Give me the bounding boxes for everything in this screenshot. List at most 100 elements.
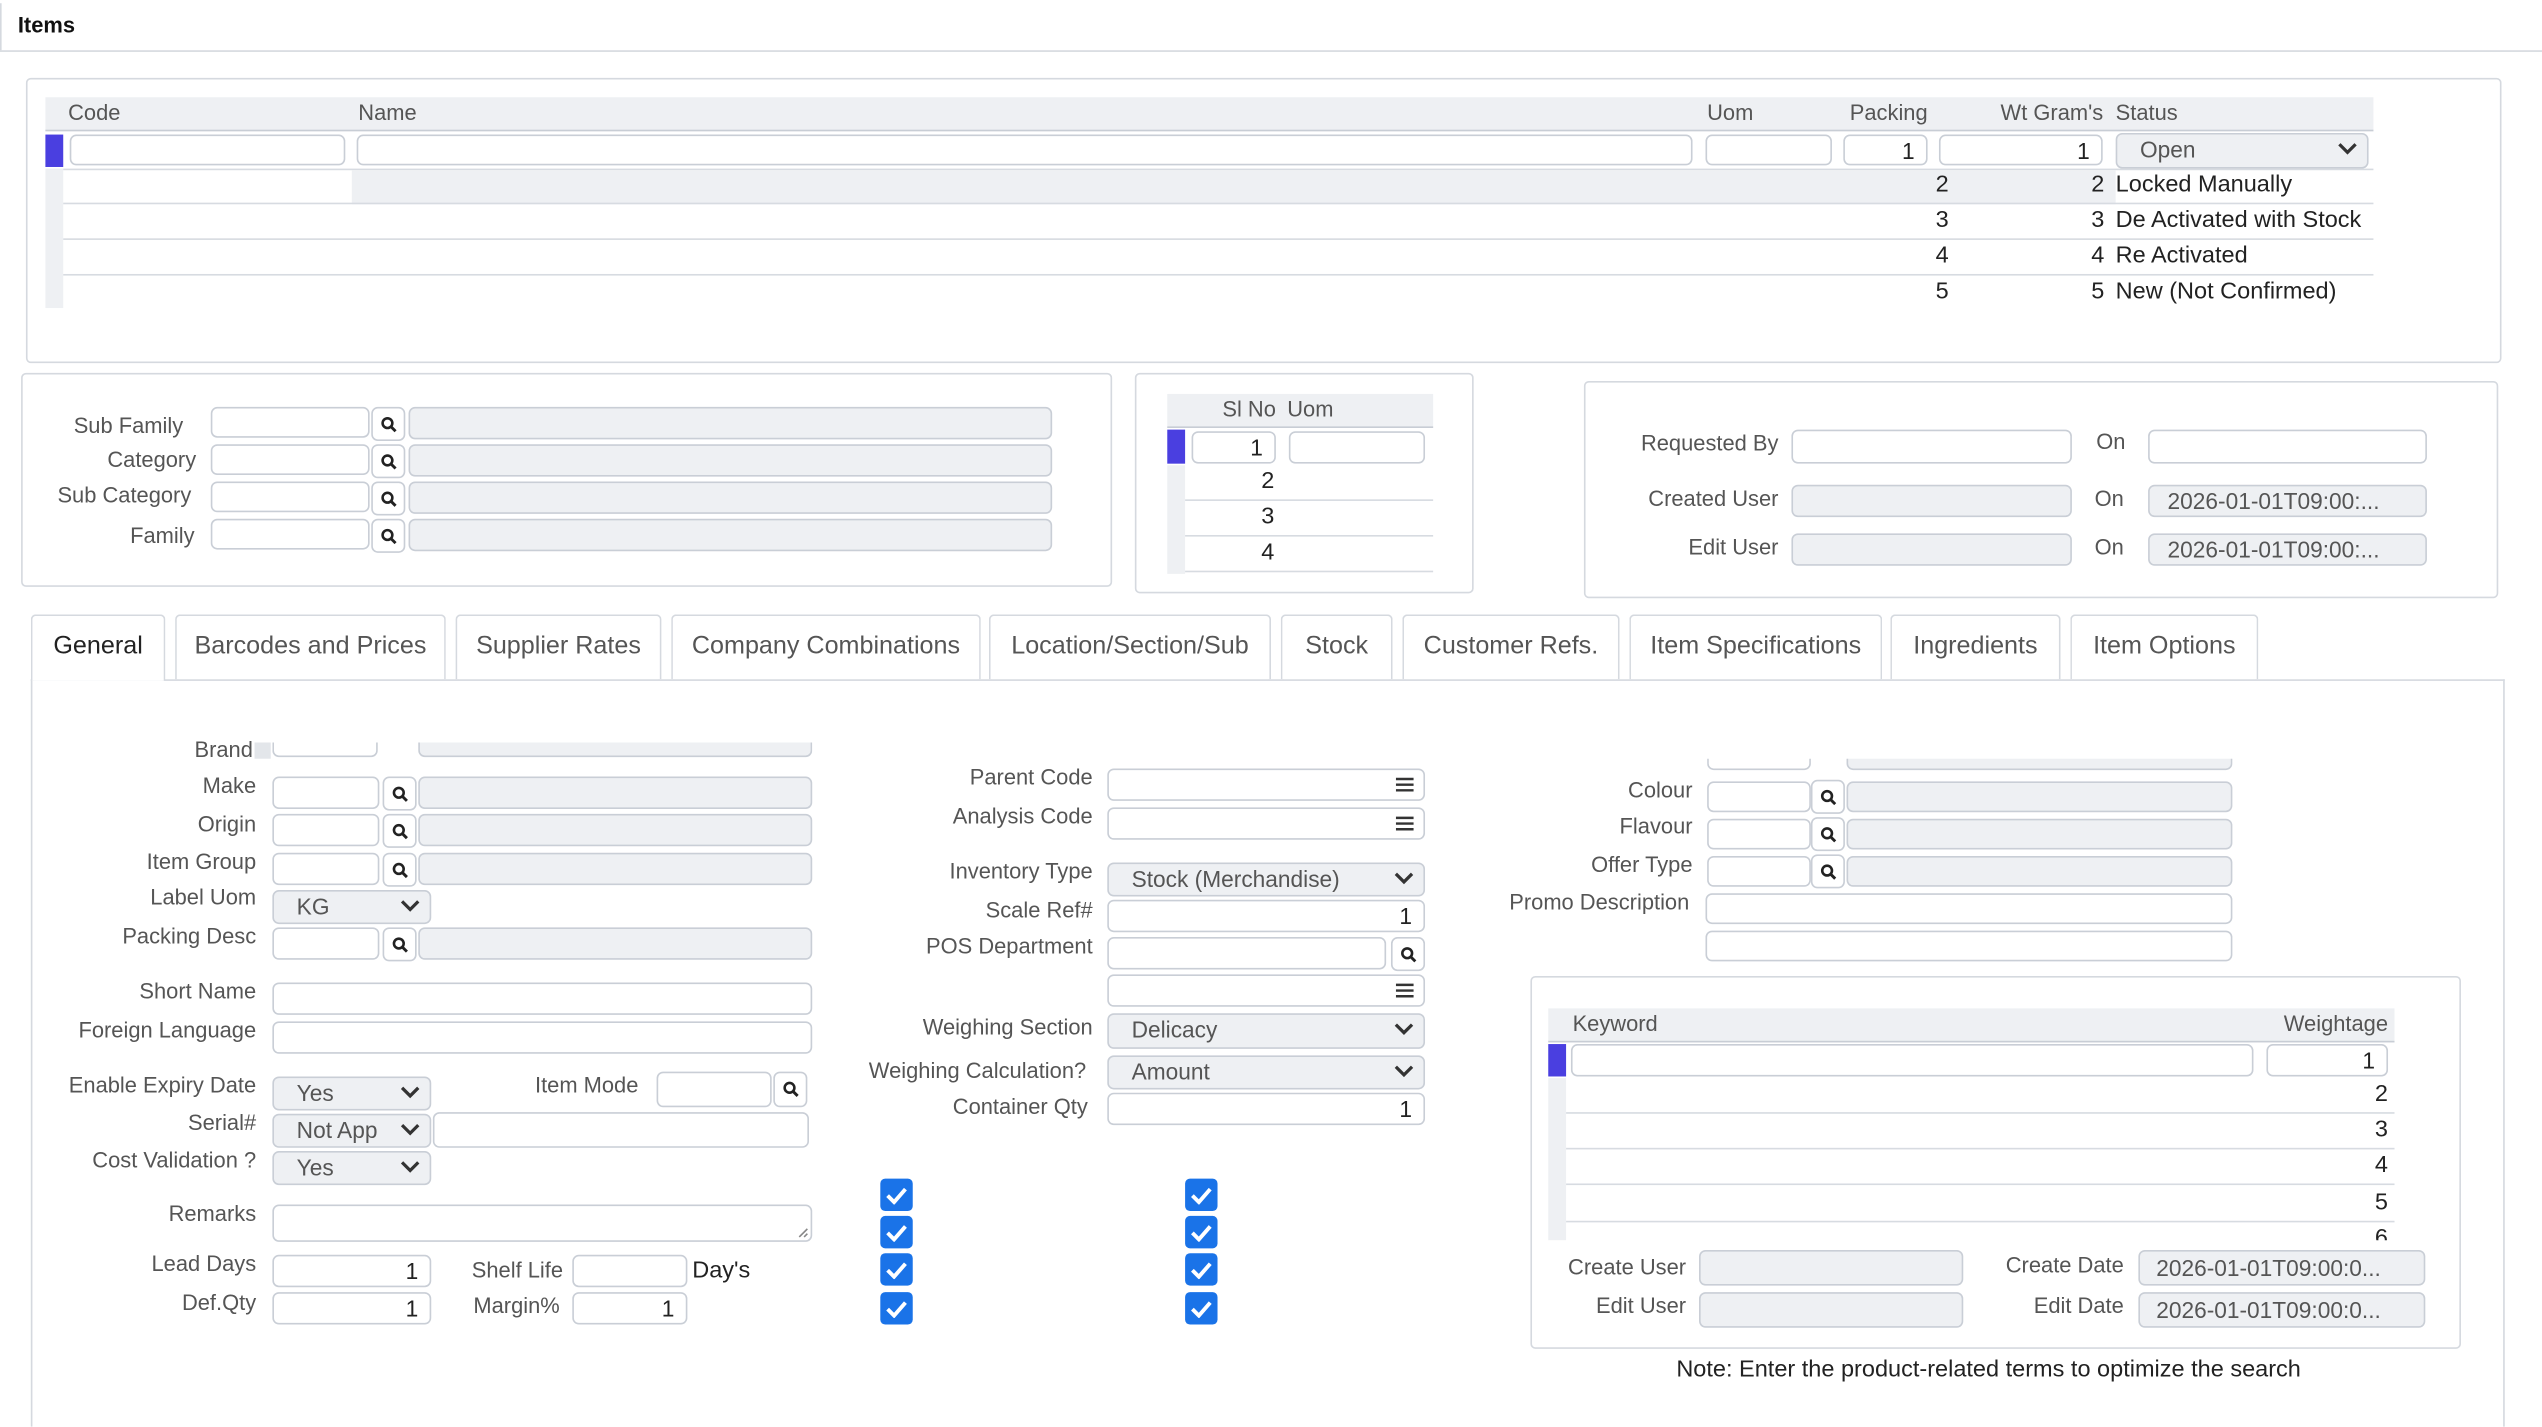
inventory-type-select[interactable]: Stock (Merchandise) (1107, 862, 1426, 897)
scale-ref-input[interactable]: 1 (1107, 899, 1426, 933)
tab-supplier-rates[interactable]: Supplier Rates (455, 614, 662, 680)
status-option[interactable]: De Activated with Stock (2116, 208, 2362, 234)
table-row[interactable]: 3 (1185, 501, 1434, 537)
search-icon[interactable] (371, 518, 406, 553)
flavour-input[interactable] (1707, 818, 1811, 850)
table-row-clipped[interactable]: 6 (1566, 1224, 2394, 1241)
search-icon[interactable] (773, 1071, 808, 1108)
table-row[interactable]: 3 3 De Activated with Stock (63, 204, 2374, 240)
table-row[interactable]: 2 (1185, 465, 1434, 501)
table-row[interactable]: 5 5 New (Not Confirmed) (63, 276, 2373, 312)
serial-input[interactable] (432, 1112, 809, 1148)
table-row[interactable]: 4 (1566, 1149, 2395, 1186)
table-row[interactable]: 2 (1566, 1078, 2395, 1114)
table-row[interactable]: 5 (1566, 1187, 2395, 1223)
lead-days-input[interactable]: 1 (272, 1254, 432, 1288)
search-icon[interactable] (371, 406, 406, 441)
requested-by-input[interactable] (1791, 429, 2072, 464)
cost-validation-select[interactable]: Yes (272, 1151, 432, 1186)
item-mode-input[interactable] (656, 1071, 772, 1108)
table-row[interactable]: 4 (1185, 537, 1434, 573)
status-option[interactable]: New (Not Confirmed) (2116, 279, 2337, 305)
search-icon[interactable] (1810, 854, 1845, 889)
serial-select[interactable]: Not App (272, 1113, 432, 1148)
search-icon[interactable] (382, 852, 417, 887)
pos-department-input[interactable] (1107, 937, 1387, 970)
uom-row-input[interactable] (1288, 431, 1426, 464)
checkbox[interactable] (880, 1178, 913, 1212)
search-icon[interactable] (1810, 817, 1845, 852)
sub-category-input[interactable] (210, 481, 370, 513)
list-icon[interactable] (1395, 982, 1414, 998)
colour-input[interactable] (1707, 781, 1811, 813)
analysis-code-input[interactable] (1107, 807, 1426, 840)
brand-input[interactable] (272, 742, 378, 758)
brand-row-clipped[interactable] (272, 742, 813, 761)
tab-ingredients[interactable]: Ingredients (1890, 614, 2061, 680)
tab-general[interactable]: General (30, 614, 166, 681)
search-icon[interactable] (382, 927, 417, 962)
status-select[interactable]: Open (2115, 132, 2369, 169)
offer-type-input[interactable] (1707, 855, 1811, 887)
checkbox[interactable] (1185, 1178, 1218, 1212)
search-icon[interactable] (1810, 779, 1845, 814)
family-input[interactable] (210, 518, 370, 550)
row-selector-active[interactable] (1167, 429, 1186, 464)
enable-expiry-select[interactable]: Yes (272, 1076, 432, 1111)
search-icon[interactable] (382, 813, 417, 848)
tab-company-combinations[interactable]: Company Combinations (671, 614, 981, 680)
pos-department-sub-input[interactable] (1107, 974, 1426, 1007)
remarks-textarea[interactable] (272, 1204, 813, 1242)
code-input[interactable] (69, 134, 346, 166)
category-input[interactable] (210, 444, 370, 476)
item-group-input[interactable] (272, 852, 380, 886)
weighing-calculation-select[interactable]: Amount (1107, 1055, 1426, 1090)
keyword-input[interactable] (1570, 1044, 2254, 1077)
checkbox[interactable] (1185, 1215, 1218, 1249)
packing-desc-input[interactable] (272, 927, 380, 960)
search-icon[interactable] (1390, 937, 1426, 972)
make-input[interactable] (272, 776, 380, 809)
name-input[interactable] (356, 134, 1693, 166)
search-icon[interactable] (382, 776, 417, 811)
table-row[interactable]: 3 (1566, 1114, 2395, 1150)
checkbox[interactable] (880, 1253, 913, 1286)
requested-on-input[interactable] (2148, 429, 2427, 464)
margin-input[interactable]: 1 (572, 1292, 688, 1325)
wt-input[interactable]: 1 (1938, 134, 2103, 166)
short-name-input[interactable] (272, 982, 813, 1015)
resize-handle-icon[interactable] (798, 1227, 809, 1238)
table-row[interactable]: 2 2 Locked Manually (63, 169, 2374, 205)
search-icon[interactable] (371, 481, 406, 516)
def-qty-input[interactable]: 1 (272, 1292, 432, 1325)
checkbox[interactable] (1185, 1253, 1218, 1286)
status-option[interactable]: Re Activated (2116, 243, 2248, 269)
clipped-input[interactable] (1707, 758, 1811, 771)
tab-customer-refs[interactable]: Customer Refs. (1402, 614, 1620, 680)
tab-item-specifications[interactable]: Item Specifications (1629, 614, 1883, 680)
weighing-section-select[interactable]: Delicacy (1107, 1013, 1426, 1049)
list-icon[interactable] (1395, 815, 1414, 831)
parent-code-input[interactable] (1107, 768, 1426, 801)
label-uom-select[interactable]: KG (272, 890, 432, 925)
sl-no-input[interactable]: 1 (1191, 431, 1276, 464)
row-selector-active[interactable] (45, 134, 64, 167)
sub-family-input[interactable] (210, 406, 370, 438)
status-option[interactable]: Locked Manually (2116, 172, 2292, 198)
search-icon[interactable] (371, 444, 406, 479)
checkbox[interactable] (880, 1215, 913, 1249)
row-selector-active[interactable] (1548, 1044, 1567, 1077)
checkbox[interactable] (1185, 1292, 1218, 1325)
uom-input[interactable] (1705, 134, 1832, 166)
weightage-input[interactable]: 1 (2266, 1044, 2389, 1077)
tab-location-section-sub[interactable]: Location/Section/Sub (988, 614, 1272, 680)
tab-barcodes-and-prices[interactable]: Barcodes and Prices (175, 614, 446, 680)
container-qty-input[interactable]: 1 (1107, 1092, 1426, 1126)
shelf-life-input[interactable] (572, 1254, 688, 1288)
foreign-language-input[interactable] (272, 1021, 813, 1054)
packing-input[interactable]: 1 (1843, 134, 1928, 166)
promo-description-input[interactable] (1705, 893, 2233, 925)
tab-stock[interactable]: Stock (1280, 614, 1393, 680)
list-icon[interactable] (1395, 777, 1414, 793)
clipped-row[interactable] (1707, 758, 2233, 774)
